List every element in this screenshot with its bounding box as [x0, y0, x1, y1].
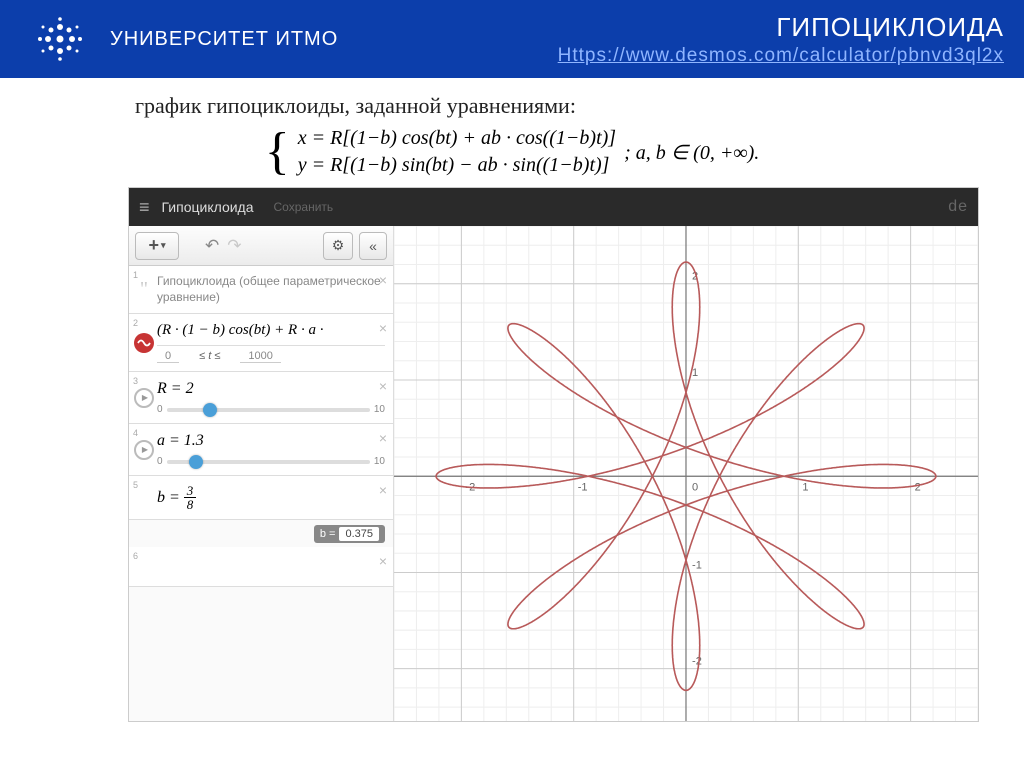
slider-row-a[interactable]: 4 ▶ × a = 1.3 0 10	[129, 424, 393, 476]
equation-x: x = R[(1−b) cos(bt) + ab · cos((1−b)t)]	[298, 127, 616, 150]
svg-text:-2: -2	[692, 656, 702, 668]
a-value[interactable]: a = 1.3	[157, 432, 385, 450]
row-number: 1	[133, 270, 138, 280]
b-decimal-badge[interactable]: b = 0.375	[314, 525, 385, 543]
slider-thumb[interactable]	[203, 403, 217, 417]
university-name: УНИВЕРСИТЕТ ИТМО	[110, 28, 338, 51]
row-number: 4	[133, 428, 138, 438]
row-number: 5	[133, 480, 138, 490]
itmo-logo-icon	[30, 17, 90, 62]
slide-title: ГИПОЦИКЛОИДА	[558, 12, 1004, 43]
graph-title[interactable]: Гипоциклоида	[162, 199, 254, 215]
close-icon[interactable]: ×	[379, 482, 387, 498]
close-icon[interactable]: ×	[379, 430, 387, 446]
folder-label: Гипоциклоида (общее параметрическое урав…	[157, 274, 385, 305]
svg-text:-1: -1	[578, 481, 588, 493]
header-right: ГИПОЦИКЛОИДА Https://www.desmos.com/calc…	[558, 12, 1004, 67]
row-number: 2	[133, 318, 138, 328]
undo-icon[interactable]: ↶	[205, 236, 219, 256]
close-icon[interactable]: ×	[379, 272, 387, 288]
slide-header: УНИВЕРСИТЕТ ИТМО ГИПОЦИКЛОИДА Https://ww…	[0, 0, 1024, 78]
folder-icon: "	[134, 280, 154, 300]
svg-text:2: 2	[915, 481, 921, 493]
t-bounds[interactable]: 0 ≤ t ≤ 1000	[157, 345, 385, 363]
row-number: 3	[133, 376, 138, 386]
parametric-row[interactable]: 2 × (R · (1 − b) cos(bt) + R · a · 0 ≤ t…	[129, 314, 393, 372]
expression-sidebar: + ↶ ↷ ⚙ « 1 " × Гипоциклоида (общее пара…	[129, 226, 394, 722]
slider-min[interactable]: 0	[157, 456, 163, 467]
intro-text: график гипоциклоиды, заданной уравнениям…	[135, 93, 1024, 119]
svg-text:-1: -1	[692, 559, 702, 571]
R-value[interactable]: R = 2	[157, 380, 385, 398]
empty-row[interactable]: 6 ×	[129, 547, 393, 587]
svg-text:1: 1	[692, 367, 698, 379]
collapse-button[interactable]: «	[359, 232, 387, 260]
t-min[interactable]: 0	[157, 350, 179, 363]
slider-min[interactable]: 0	[157, 404, 163, 415]
formula-block: { x = R[(1−b) cos(bt) + ab · cos((1−b)t)…	[0, 127, 1024, 177]
slider-max[interactable]: 10	[374, 456, 385, 467]
fraction-row-b[interactable]: 5 × b = 3 8	[129, 476, 393, 520]
close-icon[interactable]: ×	[379, 553, 387, 569]
curve-color-icon[interactable]	[134, 333, 154, 353]
close-icon[interactable]: ×	[379, 378, 387, 394]
close-icon[interactable]: ×	[379, 320, 387, 336]
desmos-link[interactable]: Https://www.desmos.com/calculator/pbnvd3…	[558, 45, 1004, 66]
expression-list: 1 " × Гипоциклоида (общее параметрическо…	[129, 266, 393, 722]
redo-icon[interactable]: ↷	[227, 236, 241, 256]
equation-y: y = R[(1−b) sin(bt) − ab · sin((1−b)t)]	[298, 154, 616, 177]
folder-row[interactable]: 1 " × Гипоциклоида (общее параметрическо…	[129, 266, 393, 314]
value-badge-row: b = 0.375	[129, 520, 393, 547]
save-button[interactable]: Сохранить	[274, 200, 334, 214]
slider-track-a[interactable]	[167, 460, 370, 464]
svg-text:0: 0	[692, 481, 698, 493]
play-icon[interactable]: ▶	[134, 388, 154, 408]
slider-track-R[interactable]	[167, 408, 370, 412]
settings-button[interactable]: ⚙	[323, 232, 353, 260]
chevron-left-icon: «	[369, 238, 377, 254]
row-number: 6	[133, 551, 138, 561]
gear-icon: ⚙	[332, 237, 345, 254]
brand-text: de	[948, 198, 968, 216]
slider-row-R[interactable]: 3 ▶ × R = 2 0 10	[129, 372, 393, 424]
graph-canvas[interactable]: -2-112-2-1120	[394, 226, 978, 722]
brace-icon: {	[265, 129, 290, 176]
desmos-topbar: ≡ Гипоциклоида Сохранить de	[129, 188, 978, 226]
logo-group: УНИВЕРСИТЕТ ИТМО	[30, 17, 338, 62]
parametric-expression[interactable]: (R · (1 − b) cos(bt) + R · a ·	[157, 322, 385, 339]
svg-text:1: 1	[802, 481, 808, 493]
b-label: b =	[157, 489, 180, 507]
t-max[interactable]: 1000	[240, 350, 280, 363]
add-expression-button[interactable]: +	[135, 232, 179, 260]
formula-domain: ; a, b ∈ (0, +∞).	[624, 140, 759, 165]
play-icon[interactable]: ▶	[134, 440, 154, 460]
graph-pane[interactable]: -2-112-2-1120	[394, 226, 978, 722]
slider-max[interactable]: 10	[374, 404, 385, 415]
desmos-app: ≡ Гипоциклоида Сохранить de + ↶ ↷ ⚙ «	[128, 187, 979, 722]
b-fraction[interactable]: 3 8	[184, 484, 197, 511]
menu-icon[interactable]: ≡	[139, 197, 150, 218]
slider-thumb[interactable]	[189, 455, 203, 469]
sidebar-toolbar: + ↶ ↷ ⚙ «	[129, 226, 393, 266]
